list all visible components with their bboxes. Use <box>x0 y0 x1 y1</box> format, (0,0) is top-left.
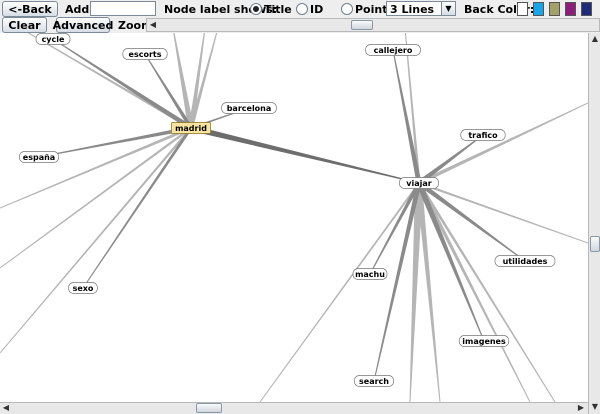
zoom-left-arrow-icon[interactable]: ◀ <box>148 20 158 30</box>
graph-svg: cycle escorts barcelona madrid españa sexo cal… <box>0 33 588 402</box>
scroll-right-arrow-icon[interactable]: ▶ <box>576 403 586 413</box>
graph-node-sexo[interactable]: sexo <box>68 282 98 294</box>
back-color-swatch-4[interactable] <box>565 2 576 16</box>
lines-select-value: 3 Lines <box>390 3 435 16</box>
graph-node-label: barcelona <box>227 104 272 113</box>
graph-node-label: cycle <box>42 35 65 44</box>
graph-node-label: trafico <box>468 131 498 140</box>
graph-node-label: madrid <box>175 124 207 133</box>
graph-edge <box>0 127 192 269</box>
add-input[interactable] <box>90 1 156 16</box>
graph-edge <box>189 33 218 129</box>
graph-canvas[interactable]: cycle escorts barcelona madrid españa sexo cal… <box>0 33 588 402</box>
node-group: cycle escorts barcelona madrid españa sexo cal… <box>19 33 556 387</box>
graph-node-label: machu <box>355 270 385 279</box>
back-button[interactable]: <-Back <box>2 1 58 17</box>
graph-node-barcelona[interactable]: barcelona <box>221 102 277 114</box>
graph-node-espana[interactable]: españa <box>19 151 59 163</box>
vertical-scrollbar-thumb[interactable] <box>590 236 600 252</box>
graph-edge <box>259 182 420 402</box>
graph-edge <box>417 182 556 402</box>
radio-id-label: ID <box>310 3 324 16</box>
graph-node-label: escorts <box>129 50 162 59</box>
scroll-down-arrow-icon[interactable]: ▼ <box>590 402 600 412</box>
radio-title-label: Title <box>264 3 292 16</box>
graph-node-callejero[interactable]: callejero <box>365 44 421 56</box>
back-color-swatch-5[interactable] <box>581 2 592 16</box>
graph-node-utilidades[interactable]: utilidades <box>494 255 556 267</box>
graph-edge <box>190 125 420 184</box>
graph-node-machu[interactable]: machu <box>352 268 388 280</box>
radio-title[interactable] <box>250 3 262 15</box>
graph-node-viajar[interactable]: viajar <box>399 177 439 189</box>
graph-node-label: imagenes <box>462 337 506 346</box>
graph-node-escorts[interactable]: escorts <box>122 48 168 60</box>
edge-group <box>38 38 526 382</box>
scroll-left-arrow-icon[interactable]: ◀ <box>1 403 11 413</box>
graph-node-label: callejero <box>374 46 413 55</box>
back-color-swatch-3[interactable] <box>549 2 560 16</box>
scroll-up-arrow-icon[interactable]: ▲ <box>590 34 600 44</box>
radio-id[interactable] <box>296 3 308 15</box>
graph-node-label: sexo <box>73 284 94 293</box>
vertical-scrollbar[interactable]: ▲ ▼ <box>588 33 600 414</box>
graph-edge <box>392 49 422 184</box>
back-color-swatch-2[interactable] <box>533 2 544 16</box>
graph-node-cycle[interactable]: cycle <box>35 33 71 45</box>
graph-edge <box>52 38 193 131</box>
horizontal-scrollbar[interactable]: ◀ ▶ <box>0 402 588 414</box>
graph-node-label: search <box>359 377 389 386</box>
lines-select[interactable]: 3 Lines ▼ <box>386 1 456 16</box>
back-color-swatch-1[interactable] <box>517 2 528 16</box>
horizontal-scrollbar-thumb[interactable] <box>196 403 222 413</box>
zoom-slider-thumb[interactable] <box>351 20 373 30</box>
clear-button[interactable]: Clear <box>2 17 47 33</box>
radio-point[interactable] <box>341 3 353 15</box>
graph-edge <box>418 102 588 185</box>
zoom-slider[interactable]: ◀ <box>146 18 600 32</box>
graph-node-label: utilidades <box>503 257 548 266</box>
advanced-button[interactable]: Advanced <box>53 17 113 33</box>
graph-edge <box>27 33 192 130</box>
graph-node-madrid[interactable]: madrid <box>171 122 211 134</box>
chevron-down-icon[interactable]: ▼ <box>441 2 455 15</box>
add-label: Add <box>65 3 90 16</box>
graph-node-label: españa <box>23 153 55 162</box>
radio-point-label: Point <box>355 3 388 16</box>
graph-node-trafico[interactable]: trafico <box>460 129 506 141</box>
graph-node-search[interactable]: search <box>354 375 394 387</box>
graph-node-label: viajar <box>406 179 431 188</box>
graph-node-imagenes[interactable]: imagenes <box>458 335 510 347</box>
